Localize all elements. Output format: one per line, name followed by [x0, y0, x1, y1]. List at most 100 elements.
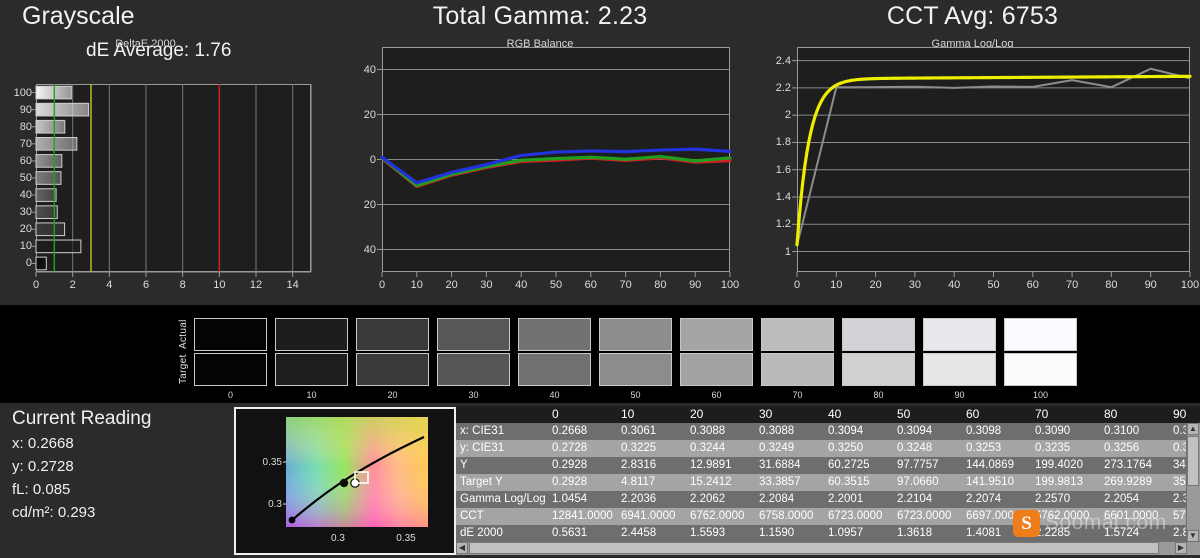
table-cell: 199.4020 [1031, 457, 1100, 474]
grayscale-panel: Grayscale dE Average: 1.76 DeltaE 2000 1… [0, 0, 335, 305]
table-cell: 1.1590 [755, 525, 824, 542]
table-row[interactable]: dE 2000 0.5631 2.4458 1.5593 1.1590 1.0957 1.3… [456, 525, 1200, 542]
measurements-table-container[interactable]: 0102030405060708090100 x: CIE310.26680.3… [456, 406, 1200, 555]
patch-actual [437, 318, 510, 351]
gamma-ytick: 2.4 [775, 54, 791, 67]
rgb-ytick: 40 [363, 243, 376, 256]
rgb-xtick: 50 [549, 279, 563, 291]
rgb-ytick: 0 [369, 153, 376, 166]
table-cell: 2.2104 [893, 491, 962, 508]
table-cell: 0.3094 [824, 423, 893, 440]
table-row[interactable]: Y 0.2928 2.8316 12.9891 31.6884 60.2725 97.775… [456, 457, 1200, 474]
table-cell: 6762.0000 [686, 508, 755, 525]
patch-actual [194, 318, 267, 351]
grayscale-title: Grayscale [22, 2, 135, 30]
gamma-ytick: 1.4 [775, 191, 791, 203]
patch-label: 10 [306, 390, 317, 400]
scroll-left-button[interactable]: ◀ [456, 542, 468, 554]
table-cell: 1.5724 [1100, 525, 1169, 542]
horizontal-scroll-thumb[interactable] [469, 542, 1159, 554]
table-cell: 0.3100 [1100, 423, 1169, 440]
patch-target [599, 353, 672, 386]
deltae-ytick: 40 [19, 189, 32, 202]
cie-xtick-2: 0.35 [396, 533, 416, 544]
gamma-xtick: 30 [908, 279, 922, 291]
table-cell: 0.3090 [1031, 423, 1100, 440]
deltae-ytick: 0 [25, 257, 32, 270]
deltae-ytick: 80 [19, 120, 32, 133]
gamma-xtick: 60 [1026, 279, 1039, 291]
deltae-xtick: 4 [106, 279, 113, 291]
table-cell: 0.2928 [548, 457, 617, 474]
rgb-xtick: 80 [654, 279, 667, 291]
rgb-xtick: 90 [689, 279, 702, 291]
patch-actual [1004, 318, 1077, 351]
gamma-xtick: 0 [793, 279, 801, 291]
table-cell: 6762.0000 [1031, 508, 1100, 525]
patch-label: 50 [630, 390, 641, 400]
rgb-xtick: 60 [584, 279, 597, 291]
deltae-ytick: 100 [13, 86, 32, 99]
patch-actual [680, 318, 753, 351]
table-column-header[interactable]: 50 [893, 406, 962, 423]
patch-strip: Actual Target 0 10 20 30 40 50 60 70 80 90 100 [0, 305, 1200, 403]
patch-target [518, 353, 591, 386]
table-cell: 6723.0000 [893, 508, 962, 525]
table-column-header[interactable]: 90 [1169, 406, 1200, 423]
scroll-up-button[interactable]: ▲ [1187, 423, 1199, 435]
rgb-ytick: 20 [363, 198, 376, 211]
patch-label: 20 [387, 390, 398, 400]
table-row[interactable]: CCT 12841.0000 6941.0000 6762.0000 6758.0000… [456, 508, 1200, 525]
table-cell: 12.9891 [686, 457, 755, 474]
cie-ytick-1: 0.35 [263, 457, 283, 468]
table-column-header[interactable]: 60 [962, 406, 1031, 423]
table-column-header[interactable]: 0 [548, 406, 617, 423]
table-row[interactable]: Gamma Log/Log 1.0454 2.2036 2.2062 2.2084 2.2… [456, 491, 1200, 508]
current-reading-panel: Current Reading x: 0.2668 y: 0.2728 fL: … [10, 408, 225, 526]
patch-label: 100 [1032, 390, 1049, 400]
rgb-plot [382, 47, 730, 272]
table-cell: 4.8117 [617, 474, 686, 491]
table-cell: 2.2285 [1031, 525, 1100, 542]
table-column-header[interactable]: 70 [1031, 406, 1100, 423]
cie-chromaticity-diagram[interactable]: 0.35 0.3 0.3 0.35 [234, 407, 456, 555]
deltae-ytick: 70 [19, 137, 32, 150]
table-cell: 12841.0000 [548, 508, 617, 525]
calibration-dashboard: Grayscale dE Average: 1.76 DeltaE 2000 1… [0, 0, 1200, 555]
deltae-ytick: 10 [19, 240, 32, 253]
patch-row-label-actual: Actual [178, 319, 189, 349]
table-cell: 0.3250 [824, 440, 893, 457]
table-row[interactable]: x: CIE31 0.2668 0.3061 0.3088 0.3088 0.3094 0.… [456, 423, 1200, 440]
rgb-xtick: 100 [720, 279, 740, 291]
gamma-xtick: 100 [1180, 279, 1200, 291]
table-cell: 144.0869 [962, 457, 1031, 474]
table-row[interactable]: Target Y 0.2928 4.8117 15.2412 33.3857 60.351… [456, 474, 1200, 491]
table-row[interactable]: y: CIE31 0.2728 0.3225 0.3244 0.3249 0.3250 0.… [456, 440, 1200, 457]
scroll-right-button[interactable]: ▶ [1175, 542, 1187, 554]
vertical-scroll-thumb[interactable] [1187, 436, 1199, 486]
table-cell: 2.2570 [1031, 491, 1100, 508]
table-cell: 1.3618 [893, 525, 962, 542]
patch-target [923, 353, 996, 386]
rgb-balance-panel: Total Gamma: 2.23 RGB Balance 40 20 0 20 40 0… [335, 0, 745, 305]
deltae-plot [36, 84, 311, 272]
table-column-header[interactable]: 40 [824, 406, 893, 423]
patch-target [437, 353, 510, 386]
table-column-header[interactable]: 30 [755, 406, 824, 423]
patch-target [1004, 353, 1077, 386]
cie-ytick-2: 0.3 [268, 499, 282, 510]
table-column-header[interactable]: 80 [1100, 406, 1169, 423]
table-cell: 0.3094 [893, 423, 962, 440]
table-vertical-scrollbar[interactable]: ▲ ▼ [1186, 423, 1200, 542]
deltae-chart-title: DeltaE 2000 [115, 38, 176, 50]
table-cell: 1.5593 [686, 525, 755, 542]
table-horizontal-scrollbar[interactable]: ◀ ▶ [456, 541, 1200, 555]
table-row-label: dE 2000 [456, 525, 548, 542]
reading-x: x: 0.2668 [12, 435, 74, 452]
table-column-header[interactable]: 10 [617, 406, 686, 423]
deltae-xtick: 2 [69, 279, 76, 291]
table-header-row: 0102030405060708090100 [456, 406, 1200, 423]
table-column-header[interactable]: 20 [686, 406, 755, 423]
table-cell: 2.2062 [686, 491, 755, 508]
deltae-ytick: 50 [19, 172, 32, 184]
